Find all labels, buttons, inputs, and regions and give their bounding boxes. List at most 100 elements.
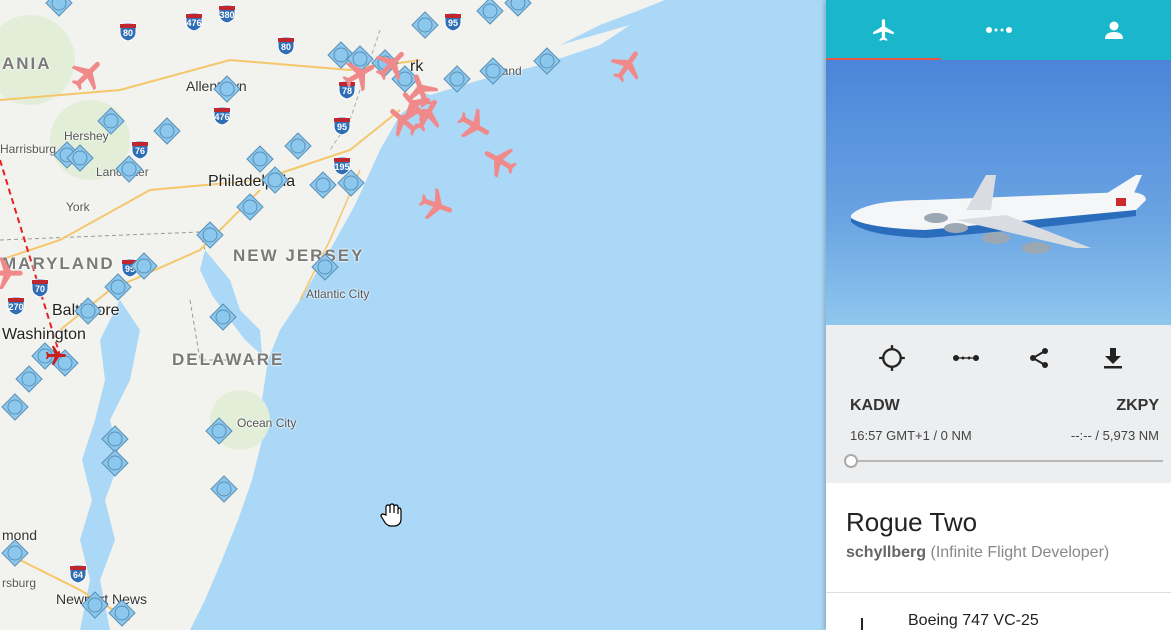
highway-shield-label: 80 bbox=[122, 28, 133, 38]
airport-marker-icon[interactable] bbox=[44, 0, 74, 18]
callsign: Rogue Two bbox=[846, 507, 978, 537]
origin-code: KADW bbox=[850, 397, 900, 414]
highway-shield-label: 80 bbox=[280, 42, 291, 52]
airport-marker-icon[interactable] bbox=[65, 143, 95, 173]
download-icon bbox=[1104, 348, 1122, 369]
airport-marker-icon[interactable] bbox=[129, 251, 159, 281]
airport-marker-icon[interactable] bbox=[14, 364, 44, 394]
aircraft-photo bbox=[826, 60, 1171, 325]
aircraft-icon[interactable] bbox=[0, 254, 26, 294]
panel-tabs bbox=[826, 0, 1171, 61]
selected-aircraft-icon[interactable] bbox=[44, 344, 84, 384]
destination-code: ZKPY bbox=[1116, 397, 1159, 414]
city-label-ocean-city: Ocean City bbox=[237, 416, 297, 430]
aircraft-icon[interactable] bbox=[416, 186, 456, 226]
person-icon bbox=[1104, 21, 1123, 39]
airport-marker-icon[interactable] bbox=[532, 46, 562, 76]
state-label-new-jersey: NEW JERSEY bbox=[233, 246, 365, 265]
highway-shield-label: 476 bbox=[186, 18, 202, 28]
airport-marker-icon[interactable] bbox=[208, 302, 238, 332]
airport-marker-icon[interactable] bbox=[336, 168, 366, 198]
city-label-petersburg: rsburg bbox=[2, 576, 37, 590]
hand-cursor-icon bbox=[380, 503, 402, 527]
airport-marker-icon[interactable] bbox=[235, 192, 265, 222]
tab-route[interactable] bbox=[941, 0, 1056, 60]
airport-marker-icon[interactable] bbox=[100, 448, 130, 478]
highway-shield-label: 64 bbox=[72, 570, 83, 580]
airport-marker-icon[interactable] bbox=[503, 0, 533, 18]
airport-marker-icon[interactable] bbox=[410, 10, 440, 40]
airport-marker-icon[interactable] bbox=[475, 0, 505, 26]
highway-shield-label: 95 bbox=[336, 122, 347, 132]
highway-shield: 476 bbox=[184, 12, 204, 32]
destination-detail: --:-- / 5,973 NM bbox=[1070, 428, 1159, 443]
locate-button[interactable] bbox=[874, 340, 910, 376]
share-button[interactable] bbox=[1021, 340, 1057, 376]
airport-marker-icon[interactable] bbox=[478, 56, 508, 86]
aircraft-icon[interactable] bbox=[608, 46, 648, 86]
tab-flight[interactable] bbox=[826, 0, 941, 61]
highway-shield: 64 bbox=[68, 564, 88, 584]
airport-marker-icon[interactable] bbox=[96, 106, 126, 136]
highway-shield: 270 bbox=[6, 296, 26, 316]
airport-marker-icon[interactable] bbox=[283, 131, 313, 161]
city-label-york: York bbox=[66, 200, 90, 214]
highway-shield-label: 270 bbox=[8, 302, 24, 312]
highway-shield: 95 bbox=[332, 116, 352, 136]
airport-marker-icon[interactable] bbox=[212, 74, 242, 104]
flight-progress-bar bbox=[844, 454, 1163, 468]
airport-marker-icon[interactable] bbox=[80, 590, 110, 620]
airport-marker-icon[interactable] bbox=[152, 116, 182, 146]
airport-marker-icon[interactable] bbox=[73, 296, 103, 326]
pilot-line: schyllberg (Infinite Flight Developer) bbox=[846, 544, 1151, 562]
city-label-atlantic-city: Atlantic City bbox=[306, 287, 370, 301]
airport-marker-icon[interactable] bbox=[260, 165, 290, 195]
route-button[interactable] bbox=[948, 340, 984, 376]
airport-marker-icon[interactable] bbox=[204, 416, 234, 446]
airport-marker-icon[interactable] bbox=[0, 538, 30, 568]
aircraft-icon[interactable] bbox=[68, 55, 108, 95]
state-label-pennsylvania: ANIA bbox=[2, 54, 52, 73]
highway-shield-label: 70 bbox=[34, 284, 45, 294]
airport-marker-icon[interactable] bbox=[195, 220, 225, 250]
download-button[interactable] bbox=[1095, 340, 1131, 376]
airport-marker-icon[interactable] bbox=[107, 598, 137, 628]
highway-shield: 70 bbox=[30, 278, 50, 298]
aircraft-type-icon bbox=[861, 618, 863, 630]
highway-shield: 380 bbox=[217, 4, 237, 24]
share-icon bbox=[1030, 348, 1048, 368]
airport-marker-icon[interactable] bbox=[103, 272, 133, 302]
highway-shield-label: 380 bbox=[219, 10, 235, 20]
state-label-delaware: DELAWARE bbox=[172, 350, 285, 369]
pilot-name[interactable]: schyllberg bbox=[846, 544, 926, 561]
highway-shield: 95 bbox=[443, 12, 463, 32]
airport-marker-icon[interactable] bbox=[0, 392, 30, 422]
aircraft-icon[interactable] bbox=[408, 95, 448, 135]
highway-shield-label: 95 bbox=[447, 18, 458, 28]
highway-shield: 80 bbox=[118, 22, 138, 42]
airport-marker-icon[interactable] bbox=[308, 170, 338, 200]
divider bbox=[826, 592, 1171, 593]
airplane-icon bbox=[872, 19, 894, 41]
airport-marker-icon[interactable] bbox=[209, 474, 239, 504]
tab-pilot[interactable] bbox=[1056, 0, 1171, 60]
progress-slider-knob[interactable] bbox=[844, 454, 858, 468]
highway-shield: 476 bbox=[212, 106, 232, 126]
pilot-role: (Infinite Flight Developer) bbox=[930, 544, 1110, 561]
aircraft-icon[interactable] bbox=[480, 140, 520, 180]
airport-marker-icon[interactable] bbox=[442, 64, 472, 94]
flight-info-panel: KADW ZKPY 16:57 GMT+1 / 0 NM --:-- / 5,9… bbox=[826, 0, 1171, 630]
airport-marker-icon[interactable] bbox=[310, 252, 340, 282]
airport-marker-icon[interactable] bbox=[114, 154, 144, 184]
route-icon bbox=[953, 355, 979, 361]
locate-icon bbox=[879, 345, 905, 371]
route-icon bbox=[985, 27, 1012, 33]
aircraft-image bbox=[851, 175, 1146, 254]
city-label-harrisburg: Harrisburg bbox=[0, 142, 57, 156]
highway-shield-label: 476 bbox=[214, 112, 230, 122]
flight-info: Rogue Two schyllberg (Infinite Flight De… bbox=[826, 483, 1171, 562]
aircraft-type: Boeing 747 VC-25 bbox=[908, 612, 1039, 629]
origin-detail: 16:57 GMT+1 / 0 NM bbox=[850, 428, 972, 443]
highway-shield: 80 bbox=[276, 36, 296, 56]
map-view[interactable]: ANIA NEW JERSEY DELAWARE MARYLAND Allent… bbox=[0, 0, 826, 630]
